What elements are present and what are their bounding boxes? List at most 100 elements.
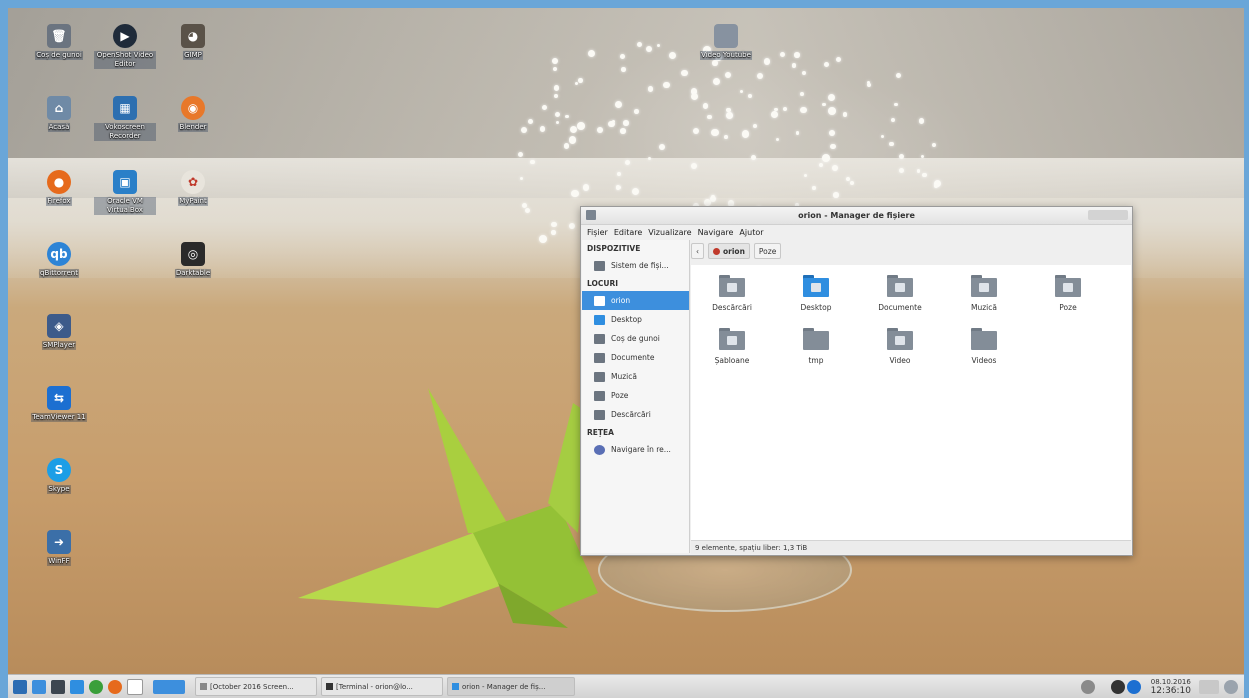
blender-icon: ◉ bbox=[181, 96, 205, 120]
path-button-next[interactable]: Poze bbox=[753, 243, 782, 259]
wallpaper-flower bbox=[828, 107, 836, 115]
sidebar-heading-places: LOCURI bbox=[587, 279, 619, 288]
window-controls[interactable] bbox=[1088, 210, 1128, 220]
desktop-icon-qbittorrent[interactable]: qb qBittorrent bbox=[28, 242, 90, 278]
desktop-icon-openshot[interactable]: ▶ OpenShot Video Editor bbox=[94, 24, 156, 69]
wallpaper-flower bbox=[645, 45, 652, 52]
desktop-icon-video-youtube[interactable]: Video Youtube bbox=[695, 24, 757, 60]
menu-file[interactable]: Fișier bbox=[587, 228, 608, 237]
workspace-switcher[interactable] bbox=[153, 679, 185, 694]
desktop-icon-darktable[interactable]: ◎ Darktable bbox=[162, 242, 224, 278]
terminal-icon[interactable] bbox=[51, 679, 65, 694]
file-item-label: Descărcări bbox=[712, 303, 752, 312]
desktop-icon-gimp[interactable]: ◕ GIMP bbox=[162, 24, 224, 60]
wallpaper-flower bbox=[582, 184, 590, 191]
file-manager-launcher-icon[interactable] bbox=[70, 679, 84, 694]
wallpaper-flower bbox=[833, 192, 839, 198]
file-item-videos[interactable]: Videos bbox=[949, 328, 1019, 365]
desktop-icon-virtualbox[interactable]: ▣ Oracle VM VirtualBox bbox=[94, 170, 156, 215]
file-item-label: tmp bbox=[808, 356, 824, 365]
sidebar-item-filesystem[interactable]: Sistem de fiși... bbox=[582, 256, 689, 275]
wallpaper-flower bbox=[771, 110, 779, 118]
folder-music-icon bbox=[971, 275, 997, 297]
file-item-label: Video bbox=[889, 356, 911, 365]
path-bar: ‹ orion Poze bbox=[691, 242, 1130, 260]
drive-icon bbox=[594, 260, 605, 271]
winff-icon: ➜ bbox=[47, 530, 71, 554]
network-status-icon[interactable] bbox=[1110, 679, 1125, 694]
wallpaper-flower bbox=[620, 53, 626, 59]
sidebar-item-downloads[interactable]: Descărcări bbox=[582, 405, 689, 424]
file-item-music[interactable]: Muzică bbox=[949, 275, 1019, 312]
file-item-desktop[interactable]: Desktop bbox=[781, 275, 851, 312]
file-item-tmp[interactable]: tmp bbox=[781, 328, 851, 365]
wallpaper-flower bbox=[919, 118, 925, 124]
desktop-icon-winff[interactable]: ➜ WinFF bbox=[28, 530, 90, 566]
window-titlebar[interactable]: orion - Manager de fișiere bbox=[581, 207, 1132, 225]
desktop-icon-home[interactable]: ⌂ Acasă bbox=[28, 96, 90, 132]
path-back-button[interactable]: ‹ bbox=[691, 243, 704, 259]
mypaint-icon: ✿ bbox=[181, 170, 205, 194]
sidebar-item-label: Descărcări bbox=[611, 410, 651, 419]
sidebar-item-trash[interactable]: Coș de gunoi bbox=[582, 329, 689, 348]
file-item-video[interactable]: Video bbox=[865, 328, 935, 365]
desktop-icon-trash[interactable]: 🗑 Coș de gunoi bbox=[28, 24, 90, 60]
power-icon[interactable] bbox=[1224, 679, 1238, 694]
folder-icon bbox=[594, 390, 605, 401]
virtualbox-icon: ▣ bbox=[113, 170, 137, 194]
file-item-downloads[interactable]: Descărcări bbox=[697, 275, 767, 312]
sidebar-item-desktop[interactable]: Desktop bbox=[582, 310, 689, 329]
skype-icon: S bbox=[47, 458, 71, 482]
firefox-icon[interactable] bbox=[108, 679, 122, 694]
menu-go[interactable]: Navigare bbox=[698, 228, 734, 237]
wallpaper-flower bbox=[552, 67, 557, 72]
wallpaper-flower bbox=[795, 131, 800, 135]
desktop-icon-smplayer[interactable]: ◈ SMPlayer bbox=[28, 314, 90, 350]
text-editor-icon[interactable] bbox=[127, 678, 143, 695]
show-desktop-icon[interactable] bbox=[32, 679, 46, 694]
clock[interactable]: 08.10.2016 12:36:10 bbox=[1151, 678, 1191, 696]
wallpaper-flower bbox=[623, 120, 629, 126]
sidebar-item-pictures[interactable]: Poze bbox=[582, 386, 689, 405]
sidebar-item-home[interactable]: orion bbox=[582, 291, 689, 310]
wallpaper-flower bbox=[570, 125, 578, 133]
menu-help[interactable]: Ajutor bbox=[739, 228, 763, 237]
desktop-icon-mypaint[interactable]: ✿ MyPaint bbox=[162, 170, 224, 206]
notification-area-icon[interactable] bbox=[1199, 679, 1219, 694]
wallpaper-flower bbox=[551, 230, 556, 235]
wallpaper-flower bbox=[565, 114, 569, 119]
desktop-icon-vokoscreen[interactable]: ▦ Vokoscreen Recorder bbox=[94, 96, 156, 141]
desktop-icon-blender[interactable]: ◉ Blender bbox=[162, 96, 224, 132]
taskbar-task-screenshot[interactable]: [October 2016 Screen... bbox=[195, 677, 317, 696]
desktop-icon bbox=[594, 314, 605, 325]
sidebar-item-documents[interactable]: Documente bbox=[582, 348, 689, 367]
file-item-pictures[interactable]: Poze bbox=[1033, 275, 1103, 312]
taskbar-task-terminal[interactable]: [Terminal - orion@lo... bbox=[321, 677, 443, 696]
desktop-icon-teamviewer[interactable]: ⇆ TeamViewer 11 bbox=[28, 386, 90, 422]
app-menu-icon[interactable] bbox=[13, 679, 27, 694]
wallpaper-flower bbox=[614, 101, 622, 109]
file-item-documents[interactable]: Documente bbox=[865, 275, 935, 312]
volume-icon[interactable] bbox=[1080, 679, 1095, 694]
sidebar-item-music[interactable]: Muzică bbox=[582, 367, 689, 386]
menu-view[interactable]: Vizualizare bbox=[648, 228, 691, 237]
desktop-icon-skype[interactable]: S Skype bbox=[28, 458, 90, 494]
sidebar-item-browse-network[interactable]: Navigare în re... bbox=[582, 440, 689, 459]
sidebar-item-label: Muzică bbox=[611, 372, 637, 381]
window-title: orion - Manager de fișiere bbox=[798, 211, 915, 220]
browser-icon[interactable] bbox=[89, 679, 103, 694]
trash-icon bbox=[594, 333, 605, 344]
desktop-icon-firefox[interactable]: ● Firefox bbox=[28, 170, 90, 206]
path-button-current[interactable]: orion bbox=[708, 243, 750, 259]
sidebar-item-label: Coș de gunoi bbox=[611, 334, 660, 343]
menu-edit[interactable]: Editare bbox=[614, 228, 642, 237]
file-item-templates[interactable]: Șabloane bbox=[697, 328, 767, 365]
taskbar-task-file-manager[interactable]: orion - Manager de fiș... bbox=[447, 677, 575, 696]
wallpaper-flower bbox=[739, 89, 743, 93]
wallpaper-flower bbox=[792, 63, 797, 68]
teamviewer-tray-icon[interactable] bbox=[1126, 679, 1141, 694]
wallpaper-flower bbox=[577, 122, 586, 130]
folder-icon bbox=[594, 371, 605, 382]
wallpaper-flower bbox=[830, 143, 836, 150]
sidebar-item-label: orion bbox=[611, 296, 631, 305]
